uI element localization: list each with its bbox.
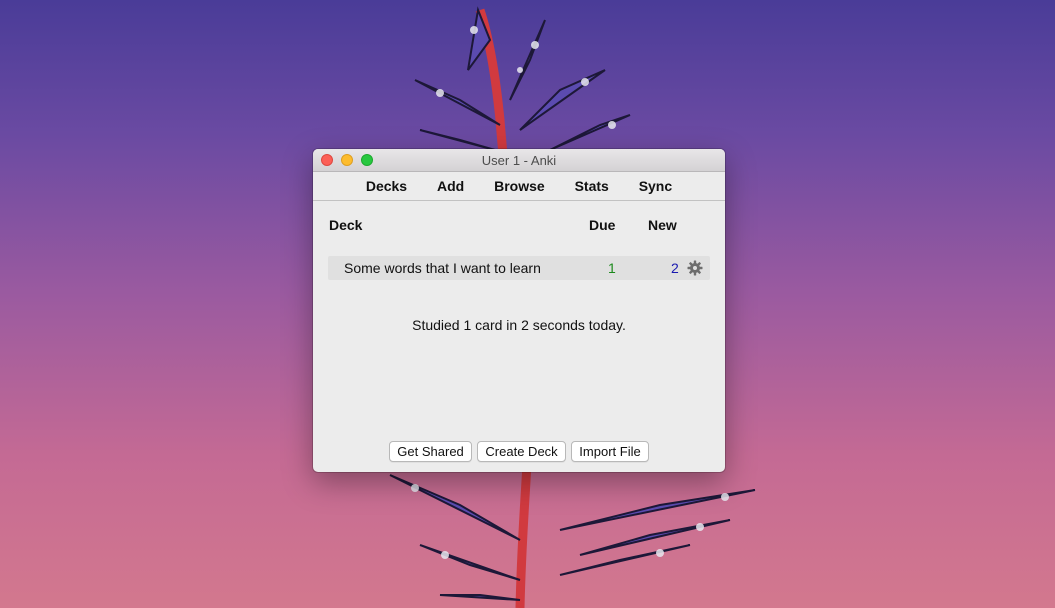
study-stats-text: Studied 1 card in 2 seconds today. [412,317,626,333]
toolbar-decks-link[interactable]: Decks [366,172,407,200]
deck-new-count: 2 [671,260,679,276]
window-title: User 1 - Anki [481,153,557,168]
deck-name-link[interactable]: Some words that I want to learn [344,256,541,280]
main-toolbar: Decks Add Browse Stats Sync [313,172,725,201]
due-column-header: Due [589,217,616,233]
desktop: User 1 - Anki Decks Add Browse Stats Syn… [0,0,1055,608]
toolbar-add-link[interactable]: Add [437,172,464,200]
deck-row: Some words that I want to learn 1 2 [328,256,710,280]
new-column-header: New [648,217,677,233]
create-deck-button[interactable]: Create Deck [477,441,566,462]
footer-buttons: Get Shared Create Deck Import File [313,441,725,462]
title-bar[interactable]: User 1 - Anki [313,149,725,172]
toolbar-stats-link[interactable]: Stats [575,172,609,200]
deck-column-header: Deck [329,217,363,233]
gear-icon[interactable] [687,260,703,276]
toolbar-sync-link[interactable]: Sync [639,172,672,200]
anki-main-window: User 1 - Anki Decks Add Browse Stats Syn… [313,149,725,472]
get-shared-button[interactable]: Get Shared [389,441,472,462]
toolbar-browse-link[interactable]: Browse [494,172,545,200]
import-file-button[interactable]: Import File [571,441,649,462]
deck-due-count: 1 [608,260,616,276]
